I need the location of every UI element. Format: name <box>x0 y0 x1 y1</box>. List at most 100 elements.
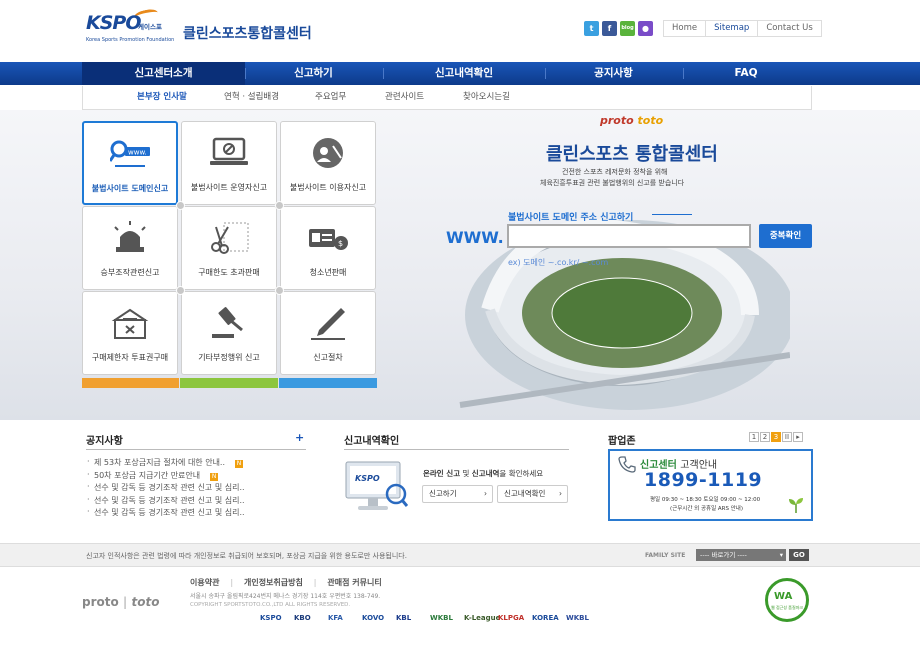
partner-logo[interactable]: KBL <box>396 614 411 622</box>
privacy-link[interactable]: 개인정보취급방침 <box>244 578 303 587</box>
twitter-icon[interactable]: t <box>584 21 599 36</box>
logo-text: KSPO <box>86 12 141 34</box>
report-tile[interactable]: 구매한도 초과판매 <box>181 206 277 290</box>
next-icon[interactable]: ▸ <box>793 432 803 442</box>
history-description: 온라인 신고 및 신고내역을 확인하세요 <box>423 469 544 478</box>
svg-text:$: $ <box>338 239 343 248</box>
partner-logo[interactable]: KOREA <box>532 614 559 622</box>
stadium-illustration <box>459 219 790 410</box>
partner-logo[interactable]: WKBL <box>566 614 589 622</box>
nav-notice[interactable]: 공지사항 <box>546 62 681 85</box>
domain-input[interactable] <box>507 224 751 248</box>
partner-logo[interactable]: KOVO <box>362 614 384 622</box>
go-button[interactable]: GO <box>789 549 809 561</box>
nav-report[interactable]: 신고하기 <box>246 62 381 85</box>
nav-faq[interactable]: FAQ <box>684 62 808 85</box>
hero-description-2: 체육진흥투표권 관련 불법행위의 신고를 받습니다 <box>540 179 685 187</box>
duplicate-check-button[interactable]: 중복확인 <box>759 224 812 248</box>
report-tile[interactable]: 불법사이트 운영자신고 <box>181 121 277 205</box>
domain-search-icon: www. <box>108 137 152 173</box>
lnb-business[interactable]: 주요업무 <box>315 86 346 109</box>
tile-label: 불법사이트 이용자신고 <box>289 183 367 192</box>
partner-logo[interactable]: K-League <box>464 614 500 622</box>
tile-bar-orange <box>82 378 179 388</box>
partner-logo[interactable]: KSPO <box>260 614 282 622</box>
me2day-icon[interactable]: ● <box>638 21 653 36</box>
tile-label: 구매한도 초과판매 <box>198 268 260 277</box>
family-site-select[interactable]: ---- 바로가기 ---- ▾ <box>696 549 786 561</box>
web-accessibility-badge[interactable]: WA 웹 접근성 품질마크 <box>765 578 809 622</box>
tile-bar-green <box>180 378 278 388</box>
page-1[interactable]: 1 <box>749 432 759 442</box>
domain-report-label: 불법사이트 도메인 주소 신고하기 <box>508 213 634 223</box>
nav-history[interactable]: 신고내역확인 <box>384 62 544 85</box>
report-button[interactable]: 신고하기 › <box>422 485 493 503</box>
gavel-icon <box>208 306 250 342</box>
domain-example: ex) 도메인 ~.co.kr/ ~.com <box>508 258 609 267</box>
report-tile[interactable]: 불법사이트 이용자신고 <box>280 121 376 205</box>
sub-navigation: 본부장 인사말 연혁 · 설립배경 주요업무 관련사이트 찾아오시는길 <box>82 86 812 110</box>
id-card-icon: $ <box>307 221 349 257</box>
scissors-icon <box>208 221 250 257</box>
business-hours: 평일 09:30 ~ 18:30 토요일 09:00 ~ 12:00 <box>650 497 761 503</box>
callcenter-banner[interactable]: 신고센터 고객안내 1899-1119 평일 09:30 ~ 18:30 토요일… <box>608 449 813 521</box>
notice-item[interactable]: 선수 및 감독 등 경기조작 관련 신고 및 심리.. <box>86 482 286 495</box>
notice-item[interactable]: 50차 포상금 지급기간 만료안내N <box>86 470 286 483</box>
report-tile[interactable]: $ 청소년판매 <box>280 206 376 290</box>
notice-item[interactable]: 선수 및 감독 등 경기조작 관련 신고 및 심리.. <box>86 507 286 520</box>
main-navigation: 신고센터소개 신고하기 신고내역확인 공지사항 FAQ <box>0 62 920 85</box>
sitemap-link[interactable]: Sitemap <box>706 21 759 36</box>
partner-logo[interactable]: KBO <box>294 614 311 622</box>
kspo-logo[interactable]: KSPO 케이스포 Korea Sports Promotion Foundat… <box>86 7 182 48</box>
nav-about[interactable]: 신고센터소개 <box>82 62 245 85</box>
page-3[interactable]: 3 <box>771 432 781 442</box>
laptop-block-icon <box>208 136 250 172</box>
lnb-related-sites[interactable]: 관련사이트 <box>385 86 424 109</box>
footer-links: 이용약관 | 개인정보취급방침 | 관매점 커뮤니티 <box>190 578 382 587</box>
partner-logo[interactable]: KFA <box>328 614 343 622</box>
hero-description-1: 건전한 스포츠 레저문화 정착을 위해 <box>562 168 668 176</box>
lnb-directions[interactable]: 찾아오시는길 <box>463 86 510 109</box>
terms-link[interactable]: 이용약관 <box>190 578 219 587</box>
report-tile[interactable]: 신고절차 <box>280 291 376 375</box>
pen-icon <box>307 306 349 342</box>
page-2[interactable]: 2 <box>760 432 770 442</box>
report-tile[interactable]: 승부조작관련신고 <box>82 206 178 290</box>
report-tile[interactable]: 기타부정행위 신고 <box>181 291 277 375</box>
partner-logo[interactable]: KLPGA <box>498 614 524 622</box>
partner-logo[interactable]: WKBL <box>430 614 453 622</box>
tile-bar-blue <box>279 378 377 388</box>
home-link[interactable]: Home <box>664 21 707 36</box>
logo-kor-text: 케이스포 <box>138 23 162 31</box>
phone-icon <box>618 456 636 473</box>
history-check-button[interactable]: 신고내역확인 › <box>497 485 568 503</box>
notice-more-icon[interactable]: + <box>295 431 304 444</box>
footer-copyright: COPYRIGHT SPORTSTOTO.CO.,LTD ALL RIGHTS … <box>190 602 351 608</box>
sprout-icon <box>789 498 803 513</box>
report-tile[interactable]: www. 불법사이트 도메인신고 <box>82 121 178 205</box>
monitor-logo: KSPO <box>355 474 380 483</box>
logo-subtitle: Korea Sports Promotion Foundation <box>86 37 175 43</box>
report-tile[interactable]: 구매제한자 투표권구매 <box>82 291 178 375</box>
notice-item[interactable]: 선수 및 감독 등 경기조작 관련 신고 및 심리.. <box>86 495 286 508</box>
proto-toto-logo: proto toto <box>600 114 664 127</box>
footer-proto-logo: proto | toto <box>82 595 160 609</box>
blog-icon[interactable]: blog <box>620 21 635 36</box>
tile-connector-dot <box>275 201 284 210</box>
notice-item[interactable]: 제 53차 포상금지급 절차에 대한 안내..N <box>86 457 286 470</box>
tile-label: 기타부정행위 신고 <box>198 353 260 362</box>
facebook-icon[interactable]: f <box>602 21 617 36</box>
lnb-history[interactable]: 연혁 · 설립배경 <box>224 86 279 109</box>
pause-icon[interactable]: II <box>782 432 792 442</box>
ballot-box-icon <box>109 306 151 342</box>
popup-title: 팝업존 <box>608 436 636 447</box>
lnb-greeting[interactable]: 본부장 인사말 <box>137 86 187 109</box>
contact-link[interactable]: Contact Us <box>758 21 820 36</box>
monitor-icon <box>345 461 408 510</box>
tile-label: 청소년판매 <box>309 268 347 277</box>
notice-list: 제 53차 포상금지급 절차에 대한 안내..N50차 포상금 지급기간 만료안… <box>86 457 286 520</box>
popup-pager: 1 2 3 II ▸ <box>748 432 803 442</box>
siren-icon <box>109 221 151 257</box>
tile-label: 승부조작관련신고 <box>100 268 160 277</box>
community-link[interactable]: 관매점 커뮤니티 <box>327 578 381 587</box>
